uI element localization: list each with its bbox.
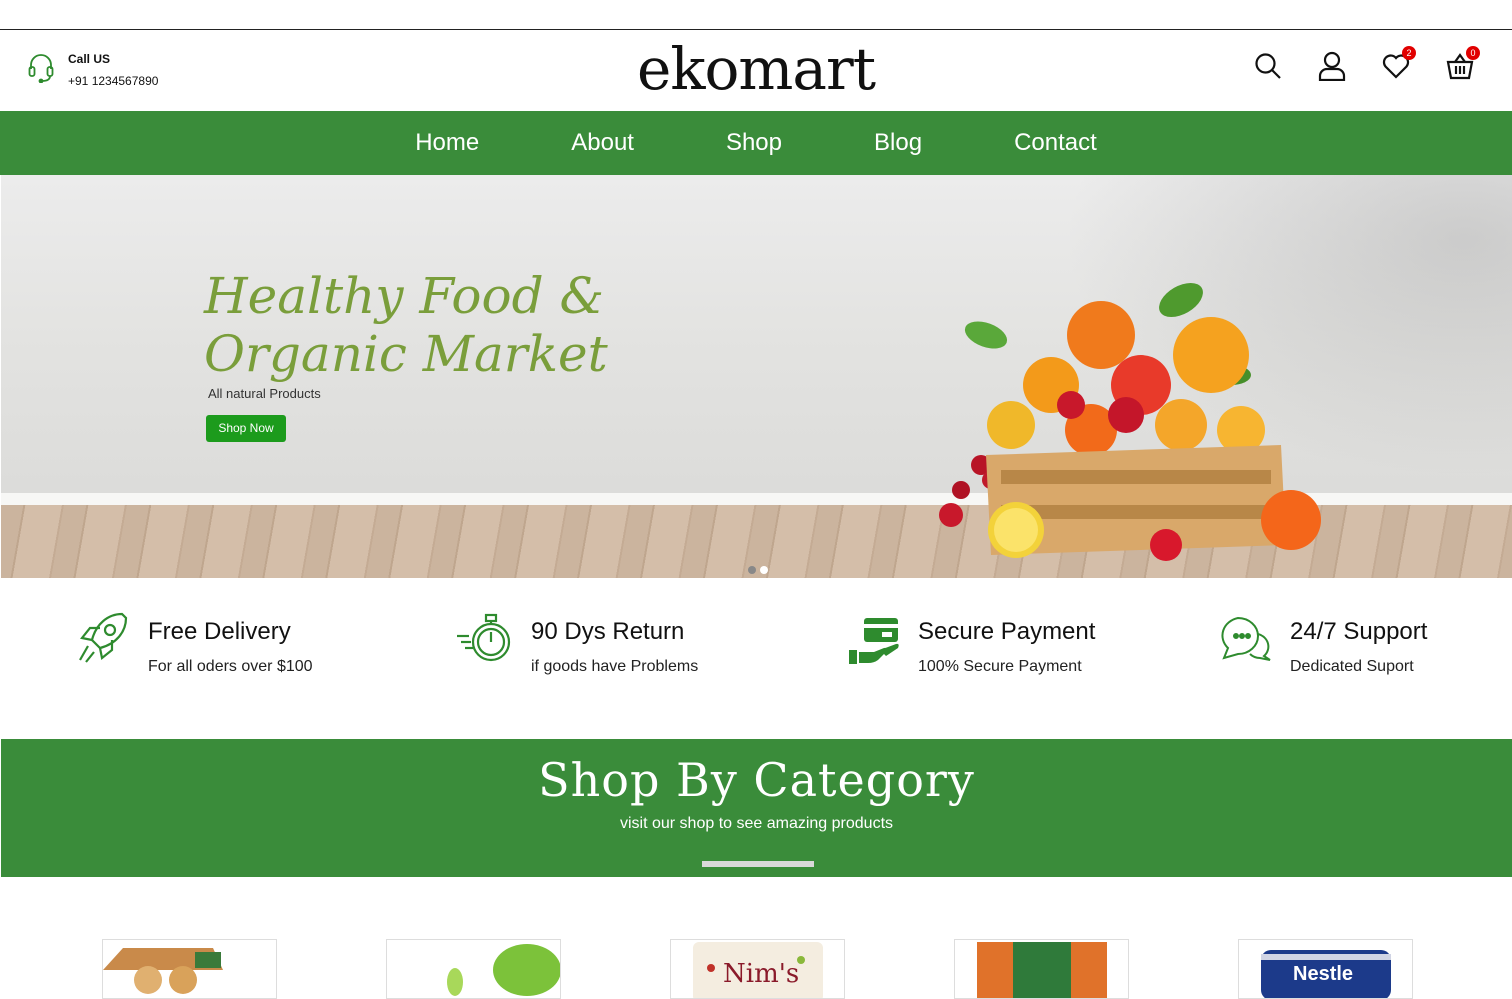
wishlist-count-badge: 2 <box>1402 46 1416 60</box>
hero-banner: Healthy Food & Organic Market All natura… <box>1 175 1512 578</box>
cart-count-badge: 0 <box>1466 46 1480 60</box>
account-button[interactable] <box>1318 51 1346 86</box>
feature-free-delivery: Free Delivery For all oders over $100 <box>76 610 313 676</box>
category-title: Shop By Category <box>538 753 975 807</box>
rocket-icon <box>76 610 130 676</box>
wishlist-button[interactable]: 2 <box>1382 46 1416 84</box>
product-image <box>977 942 1107 998</box>
feature-subtitle: Dedicated Suport <box>1290 658 1414 675</box>
nav-shop[interactable]: Shop <box>726 129 782 157</box>
category-subtitle: visit our shop to see amazing products <box>619 815 894 832</box>
nav-about[interactable]: About <box>571 129 634 157</box>
feature-title: 24/7 Support <box>1290 618 1428 645</box>
feature-title: 90 Dys Return <box>531 618 685 645</box>
hero-title: Healthy Food & Organic Market <box>204 267 608 383</box>
category-card[interactable] <box>954 939 1129 999</box>
cart-button[interactable]: 0 <box>1446 46 1480 84</box>
secure-payment-icon <box>848 610 900 676</box>
nav-home[interactable]: Home <box>415 129 479 157</box>
feature-secure-payment: Secure Payment 100% Secure Payment <box>848 610 1095 676</box>
header-actions: 2 0 <box>1254 46 1480 86</box>
feature-support: 24/7 Support Dedicated Suport <box>1220 610 1427 676</box>
carousel-dot-active[interactable] <box>760 566 768 574</box>
carousel-dots <box>748 566 768 574</box>
feature-subtitle: 100% Secure Payment <box>918 658 1082 675</box>
product-image: Nestle <box>1261 950 1391 998</box>
header: Call US +91 1234567890 ekomart 2 0 <box>0 30 1512 111</box>
feature-subtitle: For all oders over $100 <box>148 658 313 675</box>
shop-by-category-section: Shop By Category visit our shop to see a… <box>1 739 1512 877</box>
shop-now-button[interactable]: Shop Now <box>206 415 286 442</box>
carousel-dot[interactable] <box>748 566 756 574</box>
main-nav: Home About Shop Blog Contact <box>0 111 1512 175</box>
feature-title: Secure Payment <box>918 618 1096 645</box>
feature-title: Free Delivery <box>148 618 291 645</box>
hero-title-line1: Healthy Food & <box>204 267 604 325</box>
category-card[interactable]: Nim's <box>670 939 845 999</box>
category-card[interactable] <box>102 939 277 999</box>
product-image <box>447 944 560 996</box>
nav-blog[interactable]: Blog <box>874 129 922 157</box>
category-underline <box>702 861 814 867</box>
user-icon <box>1318 51 1346 86</box>
category-card[interactable] <box>386 939 561 999</box>
fruit-crate-image <box>939 282 1321 561</box>
feature-subtitle: if goods have Problems <box>531 658 699 675</box>
product-image: Nim's <box>693 942 823 998</box>
feature-return: 90 Dys Return if goods have Problems <box>455 610 698 676</box>
product-brand: Nim's <box>723 959 799 989</box>
category-card[interactable]: Nestle <box>1238 939 1413 999</box>
search-icon <box>1254 52 1282 85</box>
product-image <box>103 948 223 994</box>
chat-support-icon <box>1220 610 1272 676</box>
stopwatch-icon <box>455 610 513 676</box>
features-row: Free Delivery For all oders over $100 90… <box>0 610 1512 690</box>
hero-title-line2: Organic Market <box>204 325 608 383</box>
search-button[interactable] <box>1254 52 1282 84</box>
hero-subtitle: All natural Products <box>208 386 321 401</box>
nav-contact[interactable]: Contact <box>1014 129 1097 157</box>
category-cards: Nim's Nestle <box>0 939 1512 999</box>
